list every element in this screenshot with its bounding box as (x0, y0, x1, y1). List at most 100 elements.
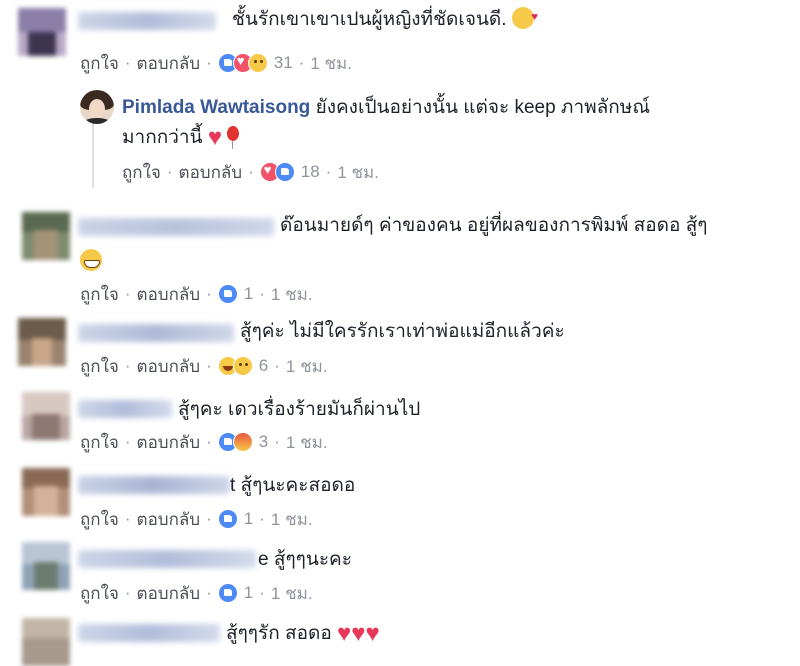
timestamp[interactable]: 1 ชม. (337, 159, 379, 186)
reaction-count[interactable]: 31 (274, 53, 293, 73)
separator: · (124, 53, 131, 72)
comment-body: สู้ๆๆรัก สอดอ (226, 623, 332, 644)
blurred-author-name[interactable] (78, 400, 172, 418)
heart-emoji: ♥ (365, 619, 380, 647)
reply-link[interactable]: ตอบกลับ (137, 50, 201, 77)
like-link[interactable]: ถูกใจ (80, 50, 119, 77)
comment-body: สู้ๆค่ะ ไม่มีใครรักเราเท่าพ่อแม่อีกแล้วค… (240, 321, 565, 342)
angry-icon (232, 432, 253, 452)
reactions-summary[interactable] (217, 583, 238, 603)
blurred-author-name[interactable] (78, 324, 234, 342)
kiss-face-emoji (511, 3, 538, 31)
avatar[interactable] (22, 542, 70, 590)
reply-link[interactable]: ตอบกลับ (137, 353, 201, 380)
comment-body: ชั้นรักเขาเขาเปนผู้หญิงที่ชัดเจนดี. (232, 9, 507, 30)
comment-text: สู้ๆค่ะ ไม่มีใครรักเราเท่าพ่อแม่อีกแล้วค… (240, 318, 565, 346)
heart-emoji: ♥ (337, 619, 352, 647)
separator: · (206, 53, 212, 72)
separator: · (274, 356, 280, 375)
comment-body-line2: มากกว่านี้ (122, 127, 203, 148)
timestamp[interactable]: 1 ชม. (271, 506, 313, 533)
avatar[interactable] (18, 8, 66, 56)
avatar[interactable] (22, 392, 70, 440)
reaction-count[interactable]: 3 (259, 432, 268, 452)
comment-actions: ถูกใจ · ตอบกลับ · 1 · 1 ชม. (80, 507, 313, 531)
balloon-emoji (227, 126, 240, 150)
separator: · (259, 583, 265, 602)
comment-text: Pimlada Wawtaisong ยังคงเป็นอย่างนั้น แต… (122, 94, 650, 122)
avatar[interactable] (22, 212, 70, 260)
blurred-author-name[interactable] (78, 218, 274, 236)
timestamp[interactable]: 1 ชม. (271, 580, 313, 607)
separator: · (206, 356, 212, 375)
avatar[interactable] (80, 90, 114, 124)
reactions-summary[interactable] (217, 509, 238, 529)
comment-actions: ถูกใจ · ตอบกลับ · 18 · 1 ชม. (122, 160, 379, 184)
sad-icon (232, 356, 253, 376)
sad-icon (247, 53, 268, 73)
separator: · (124, 432, 131, 451)
like-link[interactable]: ถูกใจ (122, 159, 161, 186)
like-icon (217, 284, 238, 304)
comment-text: t สู้ๆนะคะสอดอ (230, 472, 355, 500)
separator: · (124, 583, 131, 602)
reply-link[interactable]: ตอบกลับ (137, 580, 201, 607)
comment-text: สู้ๆคะ เดวเรื่องร้ายมันก็ผ่านไป (178, 396, 420, 424)
reaction-count[interactable]: 1 (244, 583, 253, 603)
comment-text: ชั้นรักเขาเขาเปนผู้หญิงที่ชัดเจนดี. (232, 3, 538, 34)
like-icon (217, 509, 238, 529)
separator: · (206, 284, 212, 303)
comment-text: ด๊อนมายด์ๆ ค่าของคน อยู่ที่ผลของการพิมพ์… (280, 212, 708, 240)
reply-link[interactable]: ตอบกลับ (179, 159, 243, 186)
like-link[interactable]: ถูกใจ (80, 281, 119, 308)
timestamp[interactable]: 1 ชม. (271, 281, 313, 308)
blurred-author-name[interactable] (78, 550, 256, 568)
comment-body: e สู้ๆๆนะคะ (258, 549, 352, 570)
reply-link[interactable]: ตอบกลับ (137, 281, 201, 308)
timestamp[interactable]: 1 ชม. (286, 429, 328, 456)
comment-body: t สู้ๆนะคะสอดอ (230, 475, 356, 496)
comment-text: สู้ๆๆรัก สอดอ ♥♥♥ (226, 620, 380, 648)
separator: · (166, 162, 173, 181)
reactions-summary[interactable] (217, 53, 268, 73)
comment-text-line2 (80, 246, 102, 274)
avatar[interactable] (22, 618, 70, 666)
reply-link[interactable]: ตอบกลับ (137, 506, 201, 533)
grinning-face-emoji (80, 248, 102, 271)
comment-actions: ถูกใจ · ตอบกลับ · 31 · 1 ชม. (80, 51, 352, 75)
blurred-author-name[interactable] (78, 12, 216, 30)
timestamp[interactable]: 1 ชม. (310, 50, 352, 77)
separator: · (206, 509, 212, 528)
like-icon (274, 162, 295, 182)
blurred-author-name[interactable] (78, 476, 230, 494)
comment-body-line1: ยังคงเป็นอย่างนั้น แต่จะ keep ภาพลักษณ์ (315, 97, 650, 118)
comment-actions: ถูกใจ · ตอบกลับ · 6 · 1 ชม. (80, 354, 328, 378)
reaction-count[interactable]: 1 (244, 284, 253, 304)
comment-actions: ถูกใจ · ตอบกลับ · 1 · 1 ชม. (80, 581, 313, 605)
reactions-summary[interactable] (217, 432, 253, 452)
comment-body: ด๊อนมายด์ๆ ค่าของคน อยู่ที่ผลของการพิมพ์… (280, 215, 708, 236)
reactions-summary[interactable] (259, 162, 295, 182)
reaction-count[interactable]: 1 (244, 509, 253, 529)
separator: · (206, 432, 212, 451)
like-link[interactable]: ถูกใจ (80, 429, 119, 456)
avatar[interactable] (22, 468, 70, 516)
reply-link[interactable]: ตอบกลับ (137, 429, 201, 456)
separator: · (274, 432, 280, 451)
blurred-author-name[interactable] (78, 624, 220, 642)
comment-actions: ถูกใจ · ตอบกลับ · 3 · 1 ชม. (80, 430, 328, 454)
reactions-summary[interactable] (217, 284, 238, 304)
comment-actions: ถูกใจ · ตอบกลับ · 1 · 1 ชม. (80, 282, 313, 306)
like-link[interactable]: ถูกใจ (80, 580, 119, 607)
reaction-count[interactable]: 18 (301, 162, 320, 182)
separator: · (124, 356, 131, 375)
reactions-summary[interactable] (217, 356, 253, 376)
separator: · (298, 53, 305, 72)
reaction-count[interactable]: 6 (259, 356, 268, 376)
like-link[interactable]: ถูกใจ (80, 353, 119, 380)
timestamp[interactable]: 1 ชม. (286, 353, 328, 380)
avatar[interactable] (18, 318, 66, 366)
author-name[interactable]: Pimlada Wawtaisong (122, 97, 310, 118)
like-link[interactable]: ถูกใจ (80, 506, 119, 533)
separator: · (259, 284, 265, 303)
